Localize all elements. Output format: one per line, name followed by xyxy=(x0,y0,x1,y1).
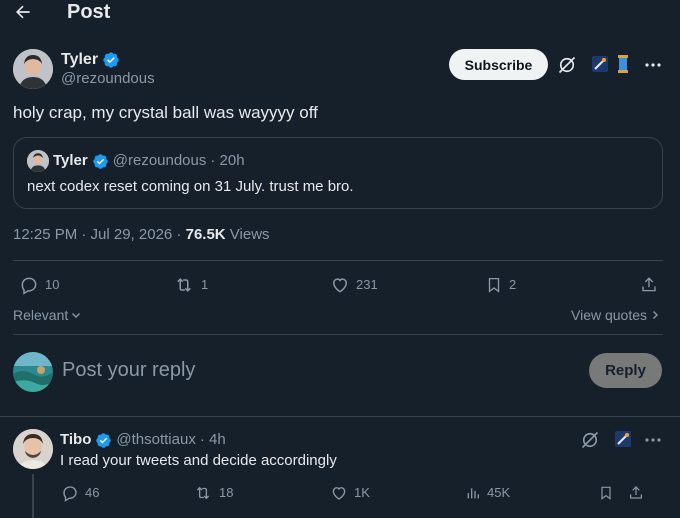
current-user-avatar[interactable] xyxy=(13,352,53,392)
thread-spool-icon[interactable] xyxy=(617,55,629,73)
repost-count: 18 xyxy=(219,485,234,500)
post-text: holy crap, my crystal ball was wayyyy of… xyxy=(13,103,318,122)
more-options-icon[interactable] xyxy=(643,56,663,74)
reply-button[interactable]: Reply xyxy=(589,353,662,388)
reply-action[interactable]: 46 xyxy=(61,484,99,502)
verified-badge-icon xyxy=(92,153,108,169)
back-button[interactable] xyxy=(10,0,36,24)
reply-author-handle[interactable]: @thsottiaux xyxy=(116,431,195,449)
like-count: 1K xyxy=(354,485,370,500)
views-count: 45K xyxy=(487,485,511,500)
bookmark-count: 2 xyxy=(509,277,517,292)
grok-icon[interactable] xyxy=(557,55,577,75)
repost-icon xyxy=(177,278,191,292)
bookmark-action[interactable] xyxy=(598,484,614,502)
author-name[interactable]: Tyler xyxy=(61,50,98,70)
share-icon xyxy=(642,277,656,292)
share-button[interactable] xyxy=(628,484,644,502)
reply-icon xyxy=(63,486,77,502)
reply-text: I read your tweets and decide accordingl… xyxy=(60,452,337,469)
heart-icon xyxy=(332,487,346,500)
divider xyxy=(13,260,663,261)
extension-icon[interactable] xyxy=(615,431,631,447)
verified-badge-icon xyxy=(103,52,119,68)
like-action[interactable]: 231 xyxy=(330,275,378,295)
view-quotes-label: View quotes xyxy=(571,307,648,323)
analytics-icon xyxy=(467,488,479,499)
repost-action[interactable]: 18 xyxy=(193,484,233,502)
quote-author-name: Tyler xyxy=(53,152,88,169)
divider xyxy=(13,334,663,335)
quote-text: next codex reset coming on 31 July. trus… xyxy=(27,178,354,195)
bookmark-icon xyxy=(488,277,500,293)
author-name-row[interactable]: Tyler xyxy=(61,50,120,70)
bookmark-icon xyxy=(601,486,611,500)
heart-icon xyxy=(332,278,348,293)
quote-time: · 20h xyxy=(210,152,245,169)
grok-icon[interactable] xyxy=(580,430,600,450)
chevron-right-icon xyxy=(653,311,659,319)
verified-badge-icon xyxy=(96,432,112,448)
post-timestamp[interactable]: 12:25 PM · Jul 29, 2026 · xyxy=(13,226,186,244)
quote-author-row: Tyler @rezoundous · 20h xyxy=(53,152,245,170)
subscribe-button[interactable]: Subscribe xyxy=(449,49,548,80)
like-action[interactable]: 1K xyxy=(330,484,370,502)
reply-count: 46 xyxy=(85,485,100,500)
thread-line xyxy=(32,474,34,518)
sort-label: Relevant xyxy=(13,307,69,323)
bookmark-action[interactable]: 2 xyxy=(485,275,516,295)
reply-author-avatar[interactable] xyxy=(13,429,53,469)
reply-input[interactable]: Post your reply xyxy=(62,358,195,382)
arrow-left-icon xyxy=(16,5,30,19)
page-title: Post xyxy=(67,1,111,23)
author-handle[interactable]: @rezoundous xyxy=(61,70,155,88)
reply-icon xyxy=(21,277,37,295)
post-meta: 12:25 PM · Jul 29, 2026 · 76.5K Views xyxy=(13,226,270,244)
reply-author-row[interactable]: Tibo @thsottiaux · 4h xyxy=(60,431,226,449)
reply-time[interactable]: · 4h xyxy=(200,431,226,449)
repost-icon xyxy=(196,486,210,500)
quote-author-avatar xyxy=(27,150,49,172)
author-avatar[interactable] xyxy=(13,49,53,89)
quote-author-handle: @rezoundous xyxy=(112,152,207,169)
repost-count: 1 xyxy=(201,277,209,292)
share-icon xyxy=(630,486,642,499)
quoted-post[interactable] xyxy=(13,137,663,209)
extension-icon[interactable] xyxy=(592,56,608,72)
views-label: Views xyxy=(225,226,270,243)
reply-author-name[interactable]: Tibo xyxy=(60,431,91,449)
view-quotes-link[interactable]: View quotes xyxy=(571,306,660,324)
repost-action[interactable]: 1 xyxy=(173,275,208,295)
more-options-icon[interactable] xyxy=(643,431,663,449)
chevron-down-icon xyxy=(72,313,81,318)
like-count: 231 xyxy=(356,277,378,292)
views-action[interactable]: 45K xyxy=(465,484,510,502)
share-button[interactable] xyxy=(640,275,658,295)
divider xyxy=(0,416,680,417)
reply-count: 10 xyxy=(45,277,60,292)
reply-action[interactable]: 10 xyxy=(19,275,59,295)
sort-dropdown[interactable]: Relevant xyxy=(13,306,81,324)
views-count[interactable]: 76.5K xyxy=(186,226,226,244)
